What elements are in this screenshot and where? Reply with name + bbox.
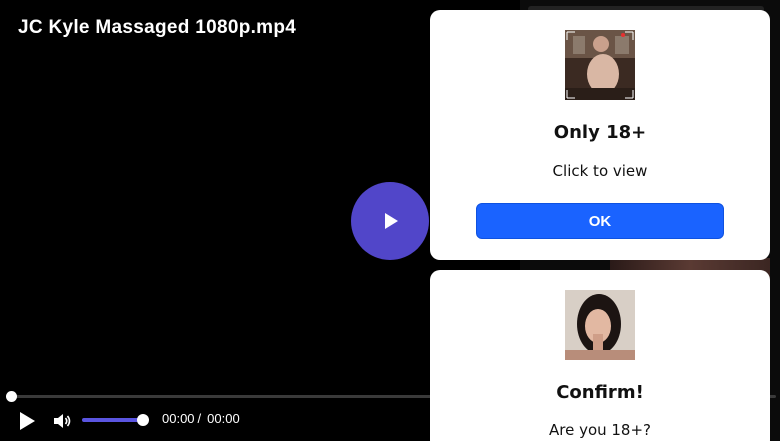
speaker-icon [54, 414, 71, 428]
video-player: JC Kyle Massaged 1080p.mp4 00:00/00:00 O… [0, 0, 780, 441]
video-title: JC Kyle Massaged 1080p.mp4 [18, 17, 297, 38]
big-play-button[interactable] [351, 182, 429, 260]
time-separator: / [197, 411, 202, 426]
thumbnail-image [565, 30, 635, 100]
play-icon [20, 412, 35, 430]
ok-button[interactable]: OK [476, 203, 724, 239]
confirm-popup: Confirm! Are you 18+? [430, 270, 770, 441]
current-time: 00:00 [162, 411, 195, 426]
thumbnail-image [565, 290, 635, 360]
popup-thumbnail[interactable] [565, 290, 635, 360]
popup-text: Are you 18+? [548, 421, 652, 439]
play-icon [385, 213, 398, 229]
age-popup: Only 18+ Click to view OK [430, 10, 770, 260]
popup-text: Click to view [552, 162, 648, 180]
volume-button[interactable] [51, 410, 73, 432]
play-button[interactable] [16, 410, 38, 432]
time-display: 00:00/00:00 [162, 411, 240, 426]
duration: 00:00 [207, 411, 240, 426]
popup-thumbnail[interactable] [565, 30, 635, 100]
popup-heading: Confirm! [556, 382, 644, 403]
popup-heading: Only 18+ [553, 122, 647, 143]
volume-handle[interactable] [137, 414, 149, 426]
progress-handle[interactable] [6, 391, 17, 402]
